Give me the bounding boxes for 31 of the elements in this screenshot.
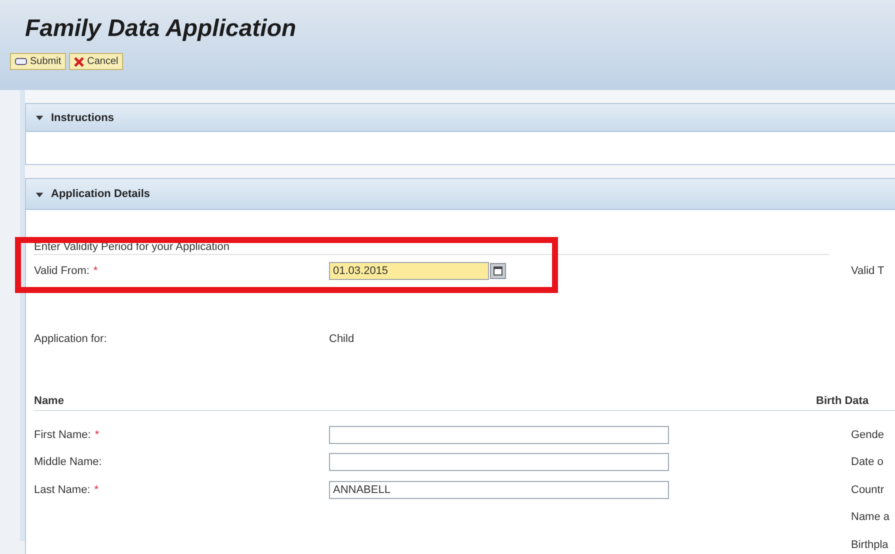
field-label: Name a bbox=[851, 511, 890, 524]
field-label: Date o bbox=[851, 456, 884, 468]
required-mark: * bbox=[93, 265, 98, 277]
cancel-button[interactable]: Cancel bbox=[69, 53, 124, 70]
field-label: Gende bbox=[851, 428, 884, 441]
caret-icon bbox=[35, 113, 44, 122]
text-field[interactable]: ANNABELL bbox=[329, 480, 669, 499]
field-label: Middle Name: bbox=[34, 456, 102, 468]
section-heading: Birth Data bbox=[816, 395, 869, 407]
field-label: Valid From: bbox=[34, 265, 90, 277]
calendar-icon[interactable] bbox=[490, 263, 506, 279]
submit-button[interactable]: Submit bbox=[10, 53, 66, 70]
panel-header[interactable]: Instructions bbox=[26, 104, 895, 132]
field-label: Countr bbox=[851, 484, 884, 496]
field-label: Application for: bbox=[34, 333, 107, 345]
page-title: Family Data Application bbox=[25, 14, 298, 44]
required-mark: * bbox=[94, 428, 100, 441]
required-mark: * bbox=[94, 484, 99, 496]
text-field[interactable] bbox=[329, 453, 669, 472]
field-value: Child bbox=[329, 333, 354, 345]
field-label: First Name: bbox=[34, 428, 91, 441]
section-heading: Name bbox=[34, 395, 64, 407]
caret-icon bbox=[35, 190, 44, 198]
panel-header[interactable]: Application Details bbox=[26, 179, 895, 210]
date-field[interactable]: 01.03.2015 bbox=[329, 262, 489, 280]
field-label: Last Name: bbox=[34, 484, 90, 496]
field-label: Valid T bbox=[851, 265, 884, 277]
field-label: Birthpla bbox=[851, 538, 888, 551]
cross-icon bbox=[74, 56, 84, 66]
text-field[interactable] bbox=[329, 426, 669, 444]
tray-icon bbox=[15, 57, 27, 66]
